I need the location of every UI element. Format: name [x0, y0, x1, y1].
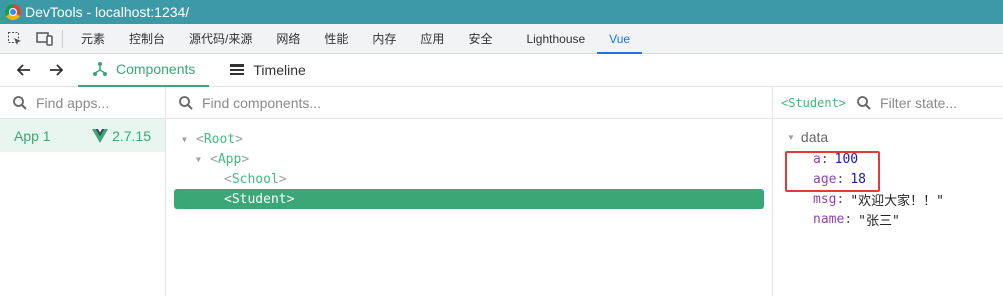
find-components-input[interactable]	[202, 94, 402, 111]
app-version: 2.7.15	[92, 128, 151, 144]
back-arrow-icon[interactable]	[8, 54, 40, 87]
tree-node-app[interactable]: ▼ < App >	[166, 149, 772, 169]
tab-components[interactable]: Components	[78, 54, 210, 87]
app-name: App 1	[14, 127, 51, 144]
vue-devtools-toolbar: Components Timeline	[0, 54, 1003, 87]
find-apps-input[interactable]	[36, 94, 156, 111]
node-label: School	[231, 171, 279, 187]
annotation-highlight-box	[785, 151, 880, 192]
apps-panel: App 1 2.7.15	[0, 87, 166, 296]
forward-arrow-icon[interactable]	[40, 54, 72, 87]
expand-arrow-icon[interactable]: ▼	[182, 135, 196, 144]
tab-performance[interactable]: 性能	[312, 24, 360, 54]
tab-timeline[interactable]: Timeline	[215, 54, 319, 87]
tab-security[interactable]: 安全	[456, 24, 504, 54]
search-icon	[12, 95, 28, 111]
tab-lighthouse[interactable]: Lighthouse	[514, 24, 597, 54]
filter-state-input[interactable]	[880, 94, 981, 111]
tree-node-student[interactable]: < Student >	[174, 189, 764, 209]
app-version-text: 2.7.15	[112, 127, 151, 144]
components-search-bar	[166, 87, 772, 119]
components-tree-icon	[92, 61, 108, 77]
tab-vue[interactable]: Vue	[597, 24, 643, 54]
node-label: Root	[203, 131, 236, 147]
prop-key: msg	[813, 191, 837, 207]
window-title-bar: DevTools - localhost:1234/	[0, 0, 1003, 24]
tree-node-school[interactable]: < School >	[166, 169, 772, 189]
tab-console[interactable]: 控制台	[117, 24, 177, 54]
tab-application[interactable]: 应用	[408, 24, 456, 54]
component-tree: ▼ < Root > ▼ < App > < School > < Student >	[166, 119, 772, 209]
node-label: Student	[231, 191, 287, 207]
components-tab-label: Components	[116, 61, 196, 77]
tree-node-root[interactable]: ▼ < Root >	[166, 129, 772, 149]
state-inspector-header: <Student>	[773, 87, 1003, 119]
node-label: App	[217, 151, 242, 167]
apps-search-bar	[0, 87, 165, 119]
devtools-tab-bar: 元素 控制台 源代码/来源 网络 性能 内存 应用 安全 Lighthouse …	[0, 24, 1003, 54]
tab-memory[interactable]: 内存	[360, 24, 408, 54]
tab-elements[interactable]: 元素	[69, 24, 117, 54]
state-body: ▼ data a: 100 age: 18 msg: "欢迎大家！！" name…	[773, 119, 1003, 229]
toolbar-divider	[62, 29, 63, 48]
prop-value[interactable]: "张三"	[858, 210, 900, 229]
chrome-logo-icon	[5, 4, 21, 20]
prop-key: name	[813, 211, 845, 227]
section-label: data	[800, 129, 829, 145]
search-icon	[178, 95, 194, 111]
state-prop-msg[interactable]: msg: "欢迎大家！！"	[773, 189, 1003, 209]
state-inspector-panel: <Student> ▼ data a: 100 age: 18 msg: "欢迎…	[773, 87, 1003, 296]
tab-sources[interactable]: 源代码/来源	[177, 24, 264, 54]
inspect-element-icon[interactable]	[0, 24, 30, 54]
selected-component-name: <Student>	[781, 95, 847, 110]
expand-arrow-icon[interactable]: ▼	[196, 155, 210, 164]
window-title: DevTools - localhost:1234/	[25, 4, 190, 20]
timeline-tab-label: Timeline	[253, 62, 306, 78]
state-prop-name[interactable]: name: "张三"	[773, 209, 1003, 229]
components-panel: ▼ <Root> ▼ <App> <School> <Student>	[166, 87, 773, 296]
prop-value[interactable]: "欢迎大家！！"	[850, 190, 944, 209]
data-section-header[interactable]: ▼ data	[773, 127, 1003, 147]
vue-logo-icon	[92, 128, 109, 143]
collapse-arrow-icon[interactable]: ▼	[787, 133, 795, 142]
search-icon	[856, 95, 872, 111]
timeline-icon	[229, 63, 245, 77]
device-toolbar-icon[interactable]	[30, 24, 60, 54]
app-list-item[interactable]: App 1 2.7.15	[0, 119, 165, 152]
tab-network[interactable]: 网络	[264, 24, 312, 54]
